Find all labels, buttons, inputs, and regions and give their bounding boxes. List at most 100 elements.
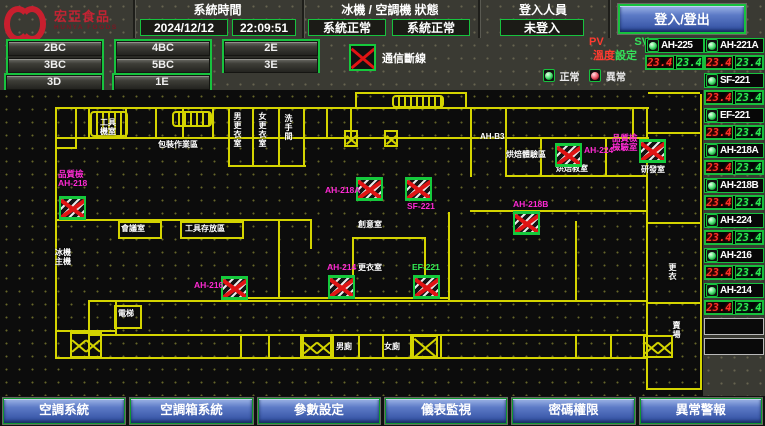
wall-segment	[700, 358, 702, 390]
wall-segment	[326, 107, 328, 139]
unit-panel-ah-221a[interactable]: AH-221A23.423.4	[704, 38, 764, 70]
nav-ahu-system[interactable]: 空調箱系統	[130, 398, 252, 424]
wall-segment	[358, 334, 360, 358]
nav-ac-system[interactable]: 空調系統	[3, 398, 125, 424]
room-label: 工具存放區	[185, 224, 225, 233]
door-icon	[344, 130, 358, 147]
hunya-logo-icon	[4, 4, 50, 36]
floor-button-3e[interactable]: 3E	[224, 58, 318, 73]
door-icon	[384, 130, 398, 147]
unit-status-lamp-icon	[706, 144, 718, 157]
ahu-marker-label: AH-218A	[325, 186, 360, 195]
unit-name-row: AH-218B	[704, 178, 764, 193]
room-outline	[55, 107, 77, 149]
floor-button-5bc[interactable]: 5BC	[116, 58, 210, 73]
unit-panel-ah-218a[interactable]: AH-218A23.423.4	[704, 143, 764, 175]
unit-panel-ah-216[interactable]: AH-21623.423.4	[704, 248, 764, 280]
logo-subtitle: HUNYA FOODS	[54, 24, 118, 31]
login-logout-button[interactable]: 登入/登出	[618, 4, 746, 34]
floor-button-3d[interactable]: 3D	[6, 75, 102, 90]
ahu-marker-label: AH-216	[194, 281, 223, 290]
door-icon	[412, 335, 438, 358]
unit-name: AH-214	[720, 285, 751, 296]
floor-button-2e[interactable]: 2E	[224, 41, 318, 56]
unit-name: AH-224	[720, 215, 751, 226]
floor-button-4bc[interactable]: 4BC	[116, 41, 210, 56]
ahu-disconnect-marker[interactable]	[221, 276, 248, 300]
disconnect-x-icon	[349, 44, 376, 71]
wall-segment	[88, 334, 646, 336]
unit-panel-ah-225[interactable]: AH-22523.423.4	[645, 38, 704, 70]
unit-empty-slot	[704, 318, 764, 335]
unit-pv-value: 23.4	[705, 301, 733, 314]
unit-panel-ah-214[interactable]: AH-214 23.423.4	[704, 283, 764, 315]
nav-password-auth[interactable]: 密碼權限	[512, 398, 634, 424]
ahu-disconnect-marker[interactable]	[639, 139, 666, 163]
unit-pv-value: 23.4	[705, 231, 733, 244]
nav-meter-monitor[interactable]: 儀表監視	[385, 398, 507, 424]
room-label: 賣場	[672, 321, 681, 339]
ahu-disconnect-marker[interactable]	[405, 177, 432, 201]
unit-sv-value: 23.4	[735, 231, 763, 244]
wall-segment	[155, 107, 157, 139]
machine-status-label: 冰機 / 空調機 狀態	[302, 2, 478, 18]
unit-values-row: 23.423.4	[704, 160, 764, 175]
unit-status-lamp-icon	[706, 284, 718, 297]
floor-group-bc2: 4BC 5BC	[114, 39, 212, 73]
unit-name: AH-221A	[720, 40, 758, 51]
nav-parameter-settings[interactable]: 參數設定	[258, 398, 380, 424]
floor-button-1e[interactable]: 1E	[114, 75, 210, 90]
wall-segment	[470, 107, 472, 177]
unit-panel-ah-218b[interactable]: AH-218B23.423.4	[704, 178, 764, 210]
wall-segment	[357, 92, 465, 94]
header-divider	[608, 0, 610, 38]
unit-column-left: AH-22523.423.4	[645, 38, 704, 73]
wall-segment	[448, 212, 450, 300]
wall-segment	[465, 92, 467, 109]
wall-segment	[240, 334, 242, 358]
setpoint-header: 溫度設定	[583, 50, 647, 63]
room-label: 女廁	[384, 342, 400, 351]
unit-values-row: 23.423.4	[704, 300, 764, 315]
unit-name-row: AH-224	[704, 213, 764, 228]
unit-sv-value: 23.4	[735, 56, 763, 69]
room-label: 電梯	[118, 309, 134, 318]
unit-name: AH-218B	[720, 180, 758, 191]
unit-name-row: AH-221A	[704, 38, 764, 53]
unit-panel-ah-224[interactable]: AH-224 23.423.4	[704, 213, 764, 245]
wall-segment	[310, 219, 312, 249]
ahu-marker-label: SF-221	[407, 202, 435, 211]
ahu-disconnect-marker[interactable]	[413, 275, 440, 299]
wall-segment	[88, 300, 648, 302]
abnormal-lamp-icon	[589, 69, 601, 82]
ahu-disconnect-marker[interactable]	[555, 143, 582, 167]
unit-panel-ef-221[interactable]: EF-22123.423.4	[704, 108, 764, 140]
room-label: 女更衣室	[258, 112, 267, 148]
wall-segment	[505, 175, 648, 177]
floor-button-3bc[interactable]: 3BC	[8, 58, 102, 73]
unit-panel-sf-221[interactable]: SF-22123.423.4	[704, 73, 764, 105]
ahu-marker-label: AH-214	[327, 263, 356, 272]
ahu-disconnect-marker[interactable]	[513, 211, 540, 235]
wall-segment	[355, 92, 357, 109]
floor-button-2bc[interactable]: 2BC	[8, 41, 102, 56]
ahu-disconnect-marker[interactable]	[328, 275, 355, 299]
room-label: 工具 機室	[100, 118, 116, 136]
floor-group-e: 2E 3E	[222, 39, 320, 73]
unit-status-lamp-icon	[706, 249, 718, 262]
wall-segment	[55, 357, 648, 359]
wall-segment	[228, 107, 230, 167]
ahu-marker-label: 品質檢 AH-218	[58, 170, 87, 188]
door-icon	[643, 335, 673, 358]
ahu-disconnect-marker[interactable]	[59, 196, 86, 220]
wall-segment	[605, 137, 607, 177]
pv-sub-label: 溫度	[593, 50, 615, 62]
nav-alarm[interactable]: 異常警報	[640, 398, 762, 424]
wall-segment	[278, 107, 280, 167]
wall-segment	[228, 165, 306, 167]
pv-sv-header: PV SV	[585, 36, 653, 49]
wall-segment	[648, 92, 700, 94]
unit-values-row: 23.423.4	[704, 90, 764, 105]
wall-segment	[278, 219, 280, 299]
unit-pv-value: 23.4	[705, 91, 733, 104]
